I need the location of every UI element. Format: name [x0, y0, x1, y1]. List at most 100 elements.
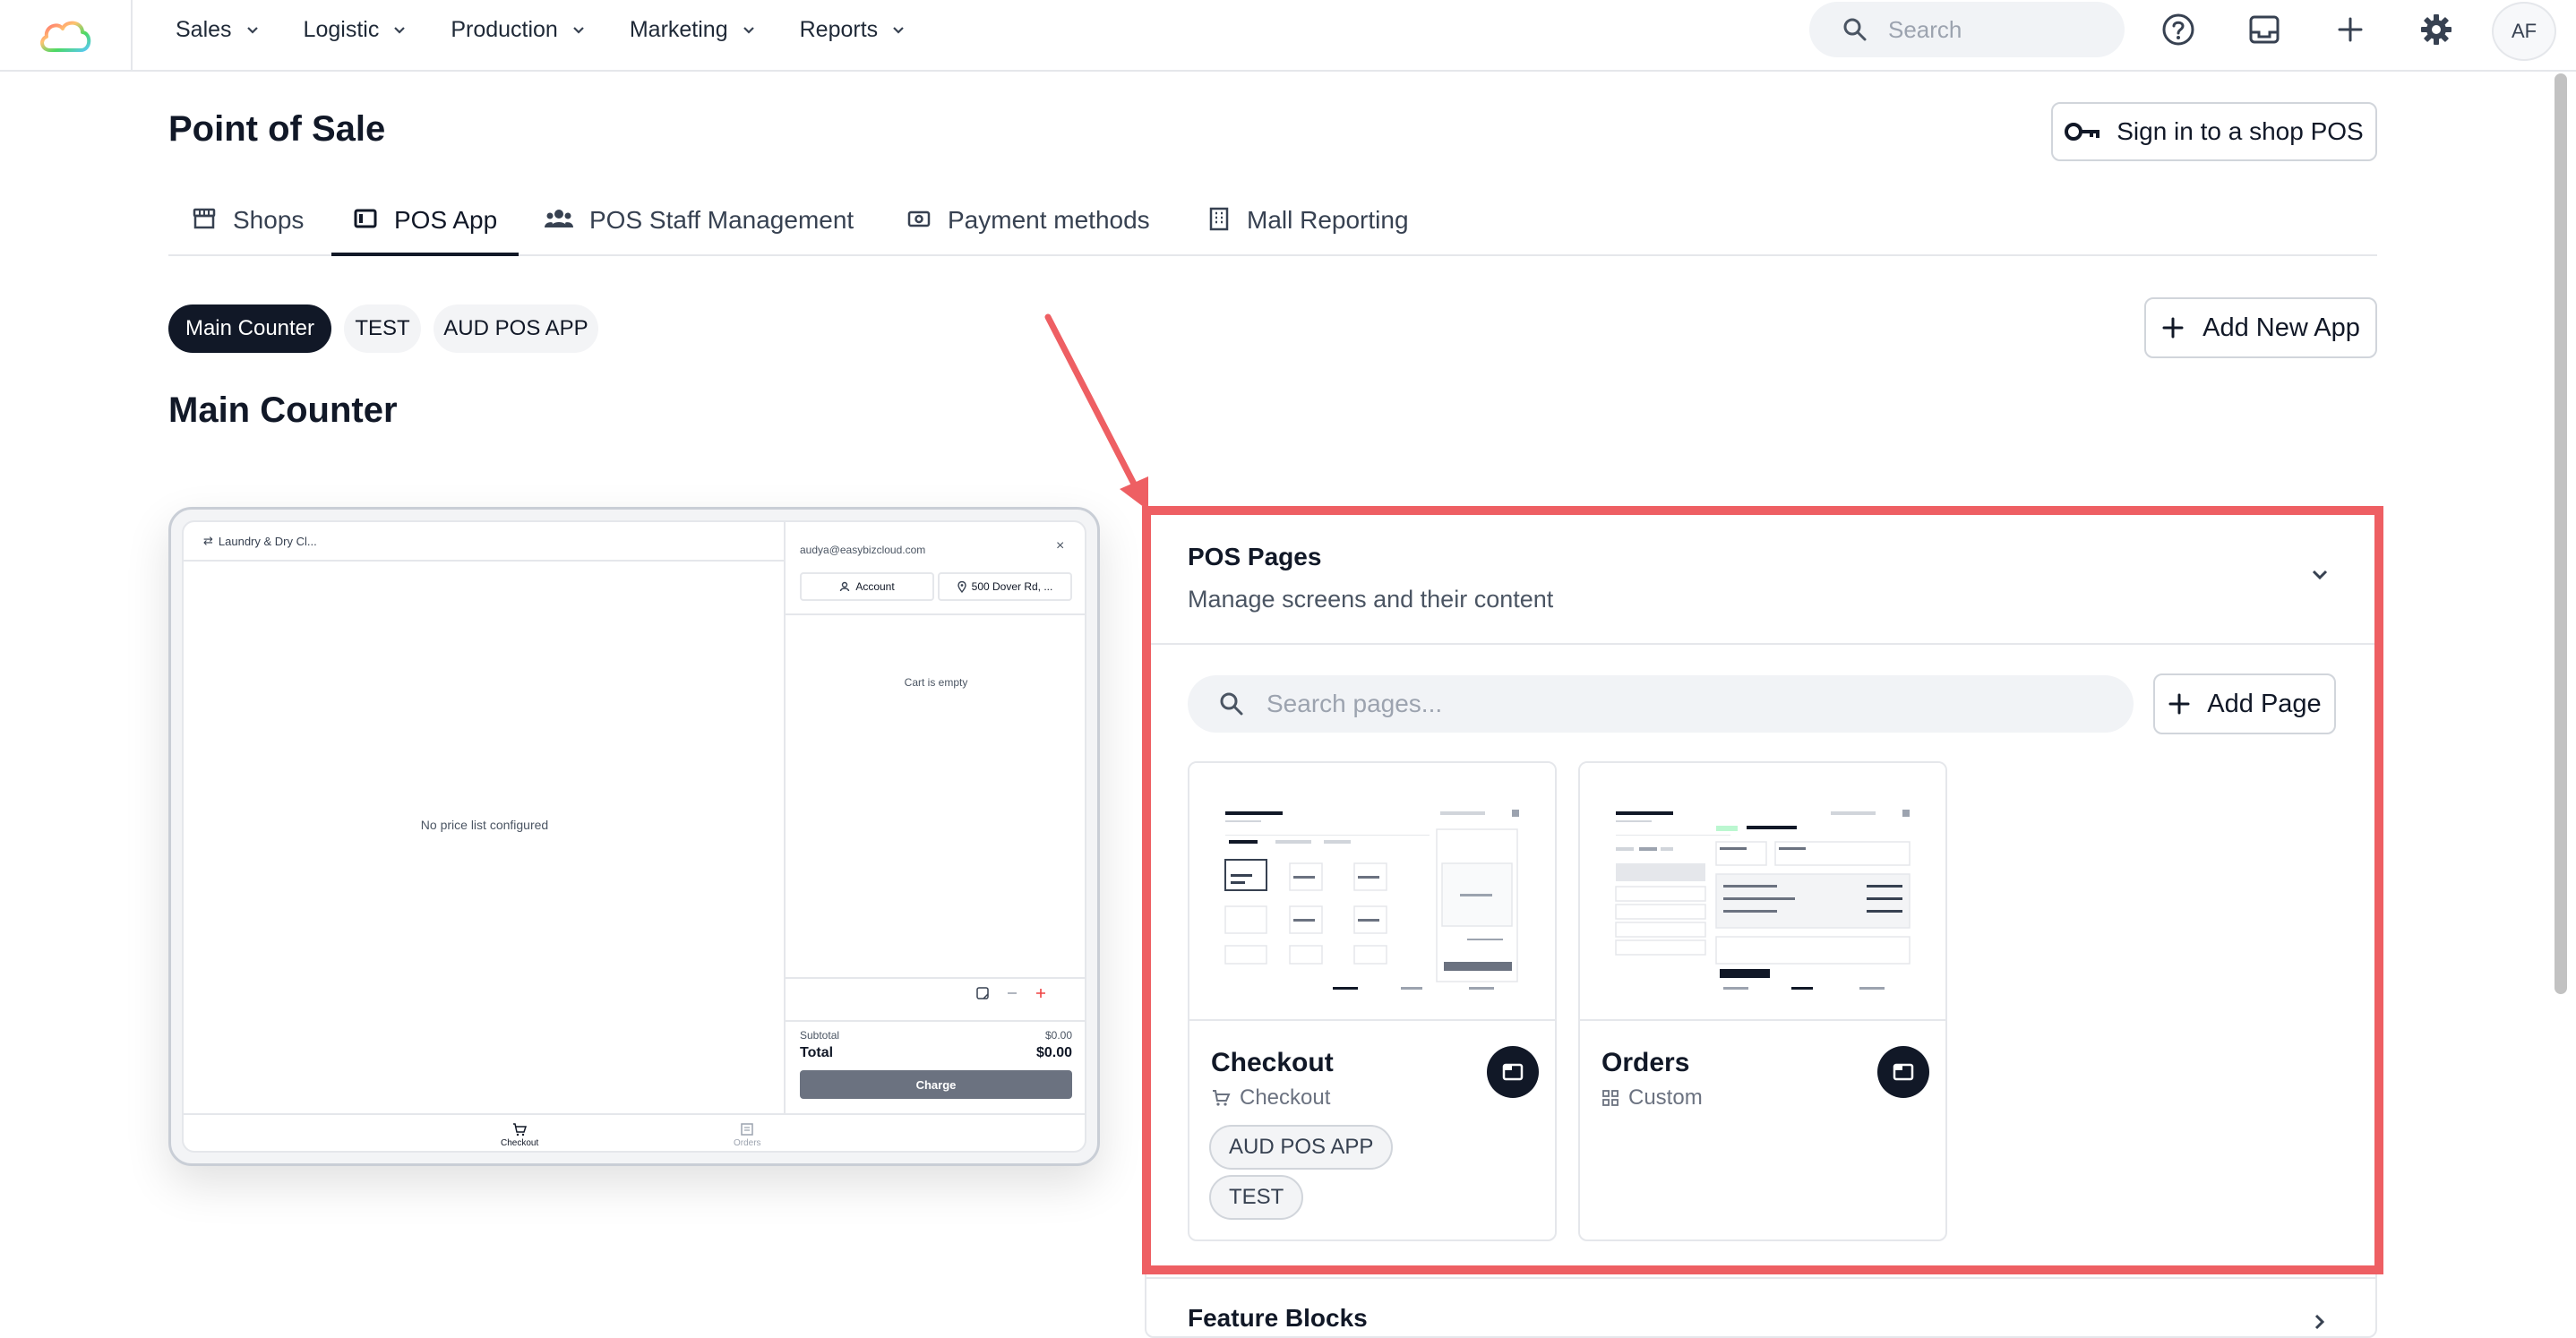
divider: [1146, 1277, 2375, 1279]
menu-marketing[interactable]: Marketing: [630, 17, 757, 43]
page-card-orders[interactable]: Orders Custom: [1578, 761, 1947, 1241]
preview-tab-checkout: Checkout: [501, 1122, 538, 1148]
menu-sales-label: Sales: [176, 16, 232, 42]
plus-icon: [2162, 317, 2184, 339]
preview-subtotal-value: $0.00: [1044, 1029, 1072, 1042]
cloud-logo-icon: [40, 21, 91, 52]
page-card-checkout[interactable]: Checkout Checkout AUD POS APP TEST: [1188, 761, 1557, 1241]
chevron-down-icon: [246, 27, 258, 34]
sign-in-shop-pos-button[interactable]: Sign in to a shop POS: [2051, 102, 2377, 161]
preview-subtotal-label: Subtotal: [800, 1029, 840, 1042]
help-button[interactable]: [2160, 12, 2196, 47]
menu-marketing-label: Marketing: [629, 16, 728, 42]
folder-open-icon: [1502, 1063, 1524, 1081]
user-avatar[interactable]: AF: [2492, 2, 2556, 61]
shop-switch-icon: ⇄: [203, 534, 213, 547]
search-pages-field[interactable]: [1188, 675, 2134, 733]
checkout-layout-thumbnail: [1224, 810, 1519, 990]
app-pill-test[interactable]: TEST: [344, 304, 421, 353]
plus-icon: [2168, 693, 2190, 715]
open-page-button[interactable]: [1877, 1046, 1929, 1098]
search-input[interactable]: [1888, 15, 2085, 44]
top-navbar: Sales Logistic Production Marketing Repo…: [0, 0, 2576, 72]
user-icon: [840, 581, 850, 592]
key-icon: [2065, 123, 2100, 141]
orders-icon: [741, 1123, 754, 1136]
close-icon: ×: [1056, 538, 1065, 553]
open-page-button[interactable]: [1487, 1046, 1539, 1098]
menu-reports[interactable]: Reports: [800, 17, 907, 43]
page-thumbnail: [1189, 763, 1555, 1021]
add-page-button[interactable]: Add Page: [2153, 673, 2336, 734]
tab-shops[interactable]: Shops: [192, 197, 304, 256]
plus-icon: [1036, 989, 1045, 998]
feature-blocks-title: Feature Blocks: [1188, 1304, 1368, 1332]
section-tabs: Shops POS App POS Staff Management Payme…: [168, 197, 2377, 256]
tab-pos-staff-label: POS Staff Management: [589, 206, 854, 234]
tab-mall-reporting-label: Mall Reporting: [1247, 206, 1409, 234]
add-new-app-button[interactable]: Add New App: [2144, 297, 2377, 358]
settings-button[interactable]: [2418, 12, 2454, 47]
chevron-right-icon: [2314, 1314, 2325, 1330]
logo[interactable]: [0, 0, 133, 72]
menu-sales[interactable]: Sales: [176, 17, 261, 43]
pos-pages-panel: POS Pages Manage screens and their conte…: [1145, 509, 2377, 1338]
annotation-arrow: [1044, 313, 1148, 510]
minus-icon: [1008, 992, 1017, 994]
pos-preview-device: ⇄ Laundry & Dry Cl... No price list conf…: [168, 507, 1100, 1166]
preview-shop-header: ⇄ Laundry & Dry Cl...: [184, 522, 784, 562]
add-page-label: Add Page: [2207, 689, 2322, 718]
page-card-type-label: Checkout: [1240, 1085, 1331, 1110]
chevron-down-icon: [743, 27, 754, 34]
tablet-icon: [354, 209, 377, 228]
page-tag-label: TEST: [1229, 1185, 1284, 1209]
preview-charge-label: Charge: [915, 1077, 957, 1092]
sign-in-label: Sign in to a shop POS: [2117, 117, 2364, 145]
menu-logistic[interactable]: Logistic: [304, 17, 408, 43]
cart-icon: [1213, 1090, 1231, 1106]
app-pill-aud-pos-app[interactable]: AUD POS APP: [434, 304, 598, 353]
tab-payment-methods[interactable]: Payment methods: [906, 197, 1150, 256]
preview-account-chip: Account: [800, 572, 934, 601]
expand-feature-blocks-button[interactable]: [2307, 1309, 2332, 1336]
preview-charge-button: Charge: [800, 1070, 1072, 1099]
search-icon: [1220, 692, 1243, 716]
store-icon: [193, 208, 216, 229]
page-scrollbar[interactable]: [2555, 73, 2567, 994]
tab-payment-methods-label: Payment methods: [948, 206, 1150, 234]
location-pin-icon: [957, 580, 966, 593]
menu-logistic-label: Logistic: [303, 16, 380, 42]
chevron-down-icon: [573, 27, 584, 34]
app-pill-main-counter[interactable]: Main Counter: [168, 304, 331, 353]
create-button[interactable]: [2332, 12, 2368, 47]
preview-product-area: ⇄ Laundry & Dry Cl... No price list conf…: [184, 522, 786, 1113]
cart-icon: [513, 1123, 528, 1136]
menu-production[interactable]: Production: [451, 17, 587, 43]
page-card-type: Checkout: [1211, 1085, 1330, 1111]
tab-pos-staff-management[interactable]: POS Staff Management: [545, 197, 854, 256]
tab-mall-reporting[interactable]: Mall Reporting: [1207, 197, 1409, 256]
search-icon: [1843, 18, 1867, 41]
help-icon: [2162, 13, 2194, 46]
search-pages-input[interactable]: [1267, 690, 2073, 718]
collapse-pos-pages-button[interactable]: [2307, 562, 2332, 592]
page-card-name: Checkout: [1211, 1048, 1334, 1077]
page-title: Point of Sale: [168, 109, 386, 149]
preview-tab-checkout-label: Checkout: [501, 1138, 539, 1148]
preview-total-label: Total: [800, 1045, 834, 1060]
users-icon: [545, 210, 573, 227]
app-pill-label: TEST: [355, 316, 410, 340]
preview-empty-message: No price list configured: [420, 818, 549, 832]
inbox-button[interactable]: [2246, 12, 2282, 47]
folder-open-icon: [1893, 1063, 1914, 1081]
global-search[interactable]: [1809, 2, 2125, 57]
grid-icon: [1602, 1090, 1619, 1106]
current-app-title: Main Counter: [168, 390, 398, 430]
app-pill-label: Main Counter: [185, 316, 315, 340]
chevron-down-icon: [893, 27, 904, 34]
page-card-type-label: Custom: [1628, 1085, 1703, 1110]
tab-pos-app[interactable]: POS App: [331, 197, 519, 256]
app-pill-label: AUD POS APP: [443, 316, 588, 340]
page-card-name: Orders: [1601, 1048, 1690, 1077]
page-thumbnail: [1580, 763, 1945, 1021]
